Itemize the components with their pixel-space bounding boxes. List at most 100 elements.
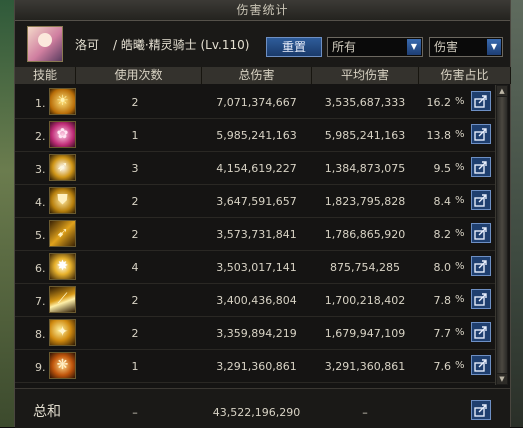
table-scrollbar[interactable]: ▲ ▼ [495, 85, 508, 385]
share-export-button[interactable] [471, 157, 491, 177]
filter-select[interactable]: 所有 ▼ [327, 37, 423, 57]
row-total-damage: 3,400,436,804 [216, 294, 297, 307]
row-avg-damage: 1,384,873,075 [324, 162, 406, 175]
row-avg-damage: 875,754,285 [330, 261, 400, 274]
totals-export-button[interactable] [471, 400, 491, 420]
row-index: 6. [35, 262, 46, 275]
table-row[interactable]: 7. ⟋ 2 3,400,436,804 1,700,218,402 7.8 % [15, 283, 495, 317]
row-share-unit: % [455, 162, 465, 173]
row-total-damage: 3,359,894,219 [216, 327, 297, 340]
column-header-total[interactable]: 总伤害 [202, 67, 312, 84]
row-avg-damage: 5,985,241,163 [324, 129, 406, 142]
row-share-unit: % [455, 129, 465, 140]
scroll-down-icon[interactable]: ▼ [497, 374, 507, 384]
row-uses: 2 [131, 96, 139, 109]
background-scenery-left [0, 0, 14, 427]
row-avg-damage: 1,786,865,920 [324, 228, 406, 241]
mode-select[interactable]: 伤害 ▼ [429, 37, 503, 57]
row-uses: 1 [131, 360, 139, 373]
share-export-button[interactable] [471, 124, 491, 144]
row-uses: 2 [131, 195, 139, 208]
row-total-damage: 7,071,374,667 [216, 96, 297, 109]
export-icon [474, 359, 487, 372]
table-row[interactable]: 5. ➹ 2 3,573,731,841 1,786,865,920 8.2 % [15, 217, 495, 251]
row-index: 7. [35, 295, 46, 308]
mode-select-value: 伤害 [434, 40, 459, 54]
share-export-button[interactable] [471, 223, 491, 243]
player-header: 洛可 / 皓曦·精灵骑士 (Lv.110) 重置 所有 ▼ 伤害 ▼ [15, 21, 510, 67]
row-index: 8. [35, 328, 46, 341]
star-burst-icon: ✸ [49, 253, 76, 280]
table-row[interactable]: 1. ☀ 2 7,071,374,667 3,535,687,333 16.2 … [15, 85, 495, 119]
filter-select-value: 所有 [332, 40, 357, 54]
row-share-unit: % [455, 360, 465, 371]
row-avg-damage: 1,679,947,109 [324, 327, 406, 340]
row-total-damage: 3,647,591,657 [216, 195, 297, 208]
row-share-unit: % [455, 261, 465, 272]
export-icon [474, 404, 487, 417]
phoenix-icon: ❋ [49, 352, 76, 379]
row-share: 8.4 [433, 195, 452, 208]
player-avatar [27, 26, 63, 62]
export-icon [474, 128, 487, 141]
row-total-damage: 5,985,241,163 [216, 129, 297, 142]
spiral-wind-icon: ➶ [49, 154, 76, 181]
share-export-button[interactable] [471, 91, 491, 111]
share-export-button[interactable] [471, 355, 491, 375]
share-export-button[interactable] [471, 322, 491, 342]
row-index: 9. [35, 361, 46, 374]
column-header-uses[interactable]: 使用次数 [76, 67, 202, 84]
row-share: 8.2 [433, 228, 452, 241]
row-share-unit: % [455, 96, 465, 107]
chevron-down-icon: ▼ [407, 39, 421, 55]
scrollbar-thumb[interactable] [497, 97, 507, 373]
share-export-button[interactable] [471, 190, 491, 210]
row-share: 13.8 [426, 129, 452, 142]
row-share: 8.0 [433, 261, 452, 274]
export-icon [474, 95, 487, 108]
row-uses: 2 [131, 294, 139, 307]
pink-blossom-icon: ✿ [49, 121, 76, 148]
scroll-up-icon[interactable]: ▲ [497, 86, 507, 96]
row-total-damage: 3,503,017,141 [216, 261, 297, 274]
export-icon [474, 260, 487, 273]
table-row[interactable]: 9. ❋ 1 3,291,360,861 3,291,360,861 7.6 % [15, 349, 495, 383]
row-index: 3. [35, 163, 46, 176]
export-icon [474, 227, 487, 240]
row-share-unit: % [455, 228, 465, 239]
share-export-button[interactable] [471, 289, 491, 309]
row-share: 7.8 [433, 294, 452, 307]
table-row[interactable]: 6. ✸ 4 3,503,017,141 875,754,285 8.0 % [15, 250, 495, 284]
spear-thrust-icon: ➹ [49, 220, 76, 247]
totals-uses: – [132, 406, 138, 419]
column-header-share[interactable]: 伤害占比 [419, 67, 511, 84]
table-row[interactable]: 2. ✿ 1 5,985,241,163 5,985,241,163 13.8 … [15, 118, 495, 152]
table-row[interactable]: 8. ✦ 2 3,359,894,219 1,679,947,109 7.7 % [15, 316, 495, 350]
row-share-unit: % [455, 327, 465, 338]
row-total-damage: 3,291,360,861 [216, 360, 297, 373]
row-share: 7.6 [433, 360, 452, 373]
row-total-damage: 3,573,731,841 [216, 228, 297, 241]
row-index: 5. [35, 229, 46, 242]
damage-stats-window: 伤害统计 洛可 / 皓曦·精灵骑士 (Lv.110) 重置 所有 ▼ 伤害 ▼ … [14, 0, 511, 428]
shield-icon: ⛊ [49, 187, 76, 214]
share-export-button[interactable] [471, 256, 491, 276]
window-title[interactable]: 伤害统计 [15, 0, 510, 21]
totals-row: 总和 – 43,522,196,290 – [15, 388, 510, 428]
chevron-down-icon: ▼ [487, 39, 501, 55]
row-avg-damage: 3,291,360,861 [324, 360, 406, 373]
row-uses: 4 [131, 261, 139, 274]
column-header-avg[interactable]: 平均伤害 [312, 67, 419, 84]
row-share-unit: % [455, 294, 465, 305]
reset-button[interactable]: 重置 [266, 37, 322, 57]
export-icon [474, 293, 487, 306]
table-row[interactable]: 4. ⛊ 2 3,647,591,657 1,823,795,828 8.4 % [15, 184, 495, 218]
row-uses: 3 [131, 162, 139, 175]
row-uses: 2 [131, 228, 139, 241]
column-header-skill[interactable]: 技能 [15, 67, 76, 84]
row-avg-damage: 1,700,218,402 [324, 294, 406, 307]
table-row[interactable]: 3. ➶ 3 4,154,619,227 1,384,873,075 9.5 % [15, 151, 495, 185]
row-share: 9.5 [433, 162, 452, 175]
player-name: 洛可 [75, 38, 100, 52]
row-total-damage: 4,154,619,227 [216, 162, 297, 175]
